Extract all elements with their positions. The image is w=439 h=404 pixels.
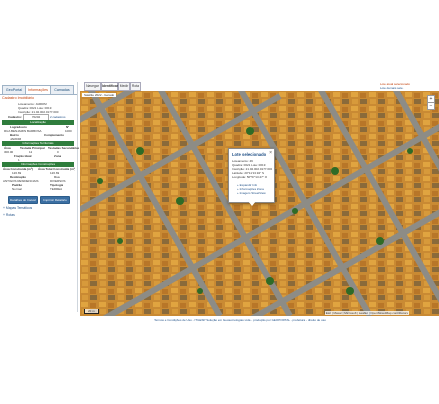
tab-divider xyxy=(0,94,77,95)
legend-lote-demais: Lote demais sele. xyxy=(380,86,404,90)
map-tab-identificar[interactable]: Identificar xyxy=(101,82,118,91)
map-tab-navegar[interactable]: Navegar xyxy=(84,82,101,91)
popup-line: Longitude: 50°57'13.27" O xyxy=(232,175,268,179)
scale-bar: 20 m xyxy=(84,309,99,314)
mapas-tematicos-link[interactable]: + Mapas Temáticos xyxy=(3,206,32,210)
map-tab-medir[interactable]: Medir xyxy=(118,82,130,91)
testadas-label: Testadas Secundárias xyxy=(48,146,80,150)
tab-geoportal[interactable]: GeoPortal xyxy=(2,85,26,94)
cadastros-link[interactable]: 2 cadastros xyxy=(50,115,66,119)
tab-informacoes[interactable]: Informações xyxy=(25,85,51,94)
map-attribution: Esri | Maxar | Microsoft | Leaflet | Ope… xyxy=(324,311,409,315)
rotas-link[interactable]: + Rotas xyxy=(3,213,15,217)
cadastro-header: Cadastro Imobiliário xyxy=(2,96,34,100)
detalhes-imovel-button[interactable]: Detalhes do Imóvel xyxy=(8,196,38,204)
destinacao-value: ANTIGOS RESIDENCIAIS xyxy=(3,179,39,183)
section-construcoes: Informações Construções xyxy=(2,162,74,167)
zoom-out-button[interactable]: − xyxy=(427,102,435,110)
map-imagery xyxy=(80,91,439,316)
cadastro-label: Cadastro: xyxy=(8,115,23,119)
section-informacoes-territoriais: Informações Territoriais xyxy=(2,141,74,146)
tipologia-value: TERREA xyxy=(50,187,63,191)
popup-tail xyxy=(248,201,256,206)
imprimir-relatorio-button[interactable]: Imprimir Relatório xyxy=(40,196,70,204)
satellite-map[interactable]: + − Satélite 2022 - Gerado Esri | Maxar … xyxy=(80,91,439,316)
tab-camadas[interactable]: Camadas xyxy=(50,85,74,94)
lot-popup: Lote selecionado × Loteamento: 49 Quadra… xyxy=(228,148,275,206)
fracao-label: Fração Ideal xyxy=(14,154,32,158)
padrao-value: Normal xyxy=(12,187,22,191)
area-terreno-value: 300.00 xyxy=(4,150,14,154)
numero-value: 1000 xyxy=(65,129,72,133)
section-localizacao: Localização xyxy=(2,120,74,125)
layer-label: Satélite 2022 - Gerado xyxy=(82,93,117,97)
info-sidebar: GeoPortal Informações Camadas Cadastro I… xyxy=(0,82,80,312)
popup-close-icon[interactable]: × xyxy=(269,150,272,156)
zona-label: Zona xyxy=(54,154,62,158)
popup-title: Lote selecionado xyxy=(232,152,267,157)
footer-text: Termos e Condições de Uso - ITGESP Soluç… xyxy=(154,318,326,322)
complemento-label: Complemento xyxy=(44,133,65,137)
popup-link[interactable]: + Imagem StreetView xyxy=(237,191,266,195)
map-tab-rota[interactable]: Rota xyxy=(130,82,141,91)
